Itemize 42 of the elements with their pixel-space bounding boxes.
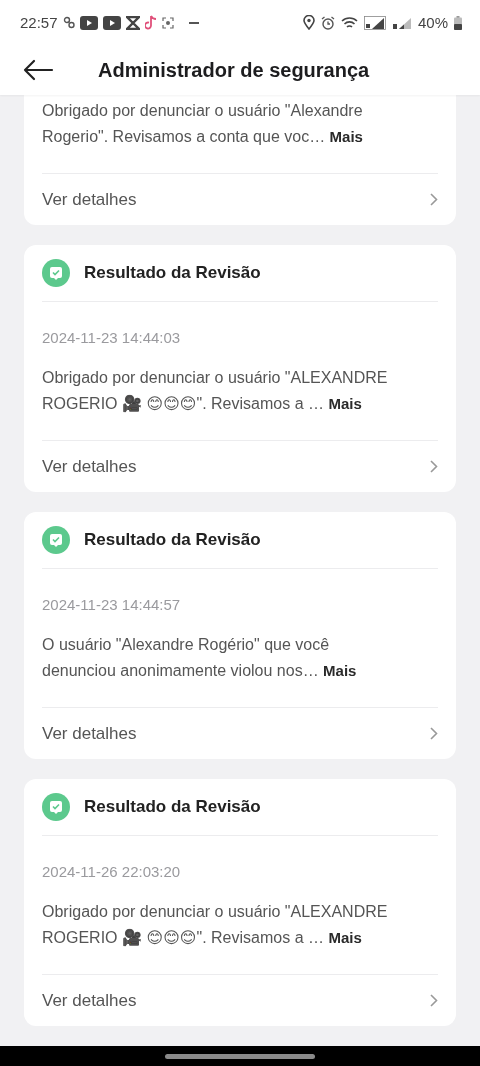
review-check-icon bbox=[42, 793, 70, 821]
signal-icon bbox=[391, 15, 412, 30]
more-link[interactable]: Mais bbox=[323, 662, 357, 679]
review-check-icon bbox=[42, 526, 70, 554]
scan-icon bbox=[161, 16, 174, 29]
play-icon bbox=[79, 15, 98, 30]
signal-icon bbox=[363, 15, 386, 30]
details-row[interactable]: Ver detalhes bbox=[42, 708, 438, 759]
alarm-icon bbox=[320, 15, 335, 30]
back-button[interactable] bbox=[22, 59, 54, 81]
chevron-right-icon bbox=[430, 727, 438, 740]
review-message: Obrigado por denunciar o usuário "Alexandre Rogerio". Revisamos a conta que voc… Mais bbox=[42, 101, 364, 147]
hourglass-icon bbox=[125, 15, 140, 30]
review-message: Obrigado por denunciar o usuário "ALEXANDRE ROGERIO 🎥 😊😊😊". Revisamos a … Mais bbox=[42, 902, 389, 948]
play-icon bbox=[102, 15, 121, 30]
home-indicator[interactable] bbox=[165, 1053, 315, 1059]
battery-icon bbox=[454, 15, 462, 30]
chevron-right-icon bbox=[430, 193, 438, 206]
music-note-icon bbox=[144, 15, 157, 30]
details-row[interactable]: Ver detalhes bbox=[42, 174, 438, 225]
review-date: 2024-11-23 14:44:03 bbox=[42, 329, 182, 346]
chevron-right-icon bbox=[430, 994, 438, 1007]
page-title: Administrador de segurança bbox=[98, 58, 370, 82]
wifi-icon bbox=[340, 15, 358, 30]
more-link[interactable]: Mais bbox=[329, 128, 363, 145]
location-icon bbox=[302, 15, 315, 30]
chevron-right-icon bbox=[430, 460, 438, 473]
back-arrow-icon bbox=[22, 59, 54, 81]
review-message: Obrigado por denunciar o usuário "ALEXANDRE ROGERIO 🎥 😊😊😊". Revisamos a … Mais bbox=[42, 368, 389, 414]
review-date: 2024-11-26 22:03:20 bbox=[42, 863, 182, 880]
card-title: Resultado da Revisão bbox=[84, 263, 261, 283]
review-date: 2024-11-23 14:44:57 bbox=[42, 596, 182, 613]
details-row[interactable]: Ver detalhes bbox=[42, 441, 438, 492]
review-message: O usuário "Alexandre Rogério" que você denunciou anonimamente violou nos… Mais bbox=[42, 635, 358, 681]
more-link[interactable]: Mais bbox=[328, 929, 362, 946]
details-row[interactable]: Ver detalhes bbox=[42, 975, 438, 1026]
review-check-icon bbox=[42, 259, 70, 287]
more-link[interactable]: Mais bbox=[328, 395, 362, 412]
battery-percentage: 40% bbox=[417, 14, 448, 31]
card-title: Resultado da Revisão bbox=[84, 530, 261, 550]
clock-time: 22:57 bbox=[20, 14, 58, 31]
card-title: Resultado da Revisão bbox=[84, 797, 261, 817]
